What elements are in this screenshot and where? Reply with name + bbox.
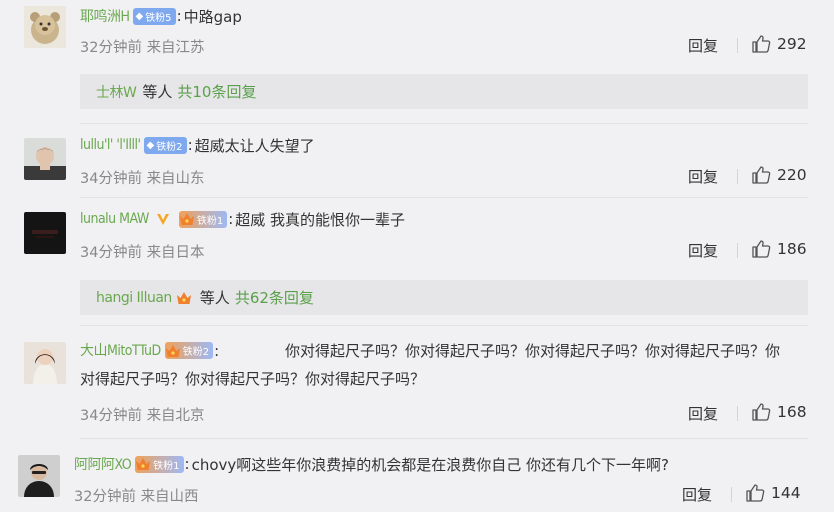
comment-text: 你对得起尺子吗？你对得起尺子吗？你对得起尺子吗？你对得起尺子吗？你对得起尺子吗？… [80,342,781,388]
fan-badge: ◆ 铁粉5 [133,7,176,25]
thumbs-up-icon [752,35,771,53]
reply-button[interactable]: 回复 [688,35,718,56]
comment-meta: 34分钟前 来自山东 [80,167,205,188]
diamond-icon: ◆ [146,139,155,151]
like-count: 168 [777,403,807,421]
sub-reply-box[interactable]: hangi Illuan 等人 共62条回复 [80,280,808,315]
comment-divider [80,197,808,198]
thumbs-up-icon [752,403,771,421]
comment-meta: 32分钟前 来自江苏 [80,36,205,57]
colon: : [184,455,190,473]
comment-divider [80,325,808,326]
crown-icon [136,458,151,470]
crown-icon [179,213,194,225]
comment-location: 来自日本 [146,245,205,261]
thumbs-up-icon [746,484,765,502]
reply-button[interactable]: 回复 [682,484,712,505]
comment-location: 来自山西 [140,489,199,505]
comment-time: 34分钟前 [80,171,142,187]
verified-v-icon [156,214,169,225]
comment-location: 来自江苏 [146,40,205,56]
sub-reply-count[interactable]: 共62条回复 [235,287,314,308]
comment-time: 32分钟前 [74,489,136,505]
divider [731,487,732,502]
reply-button[interactable]: 回复 [688,240,718,261]
thumbs-up-icon [752,166,771,184]
like-count: 144 [771,484,801,502]
comment-text: 超威太让人失望了 [194,136,315,155]
like-button[interactable]: 220 [751,165,807,185]
sub-reply-etc: 等人 [142,83,173,101]
fan-badge: ◆ 铁粉2 [144,136,187,154]
username[interactable]: lullu'l' 'l'Illl' [80,137,141,153]
divider [737,406,738,421]
reply-button[interactable]: 回复 [688,403,718,424]
comment-location: 来自山东 [146,171,205,187]
divider [737,38,738,53]
reply-button[interactable]: 回复 [688,166,718,187]
comment-text: chovy啊这些年你浪费掉的机会都是在浪费你自己 你还有几个下一年啊? [191,455,670,474]
username[interactable]: 耶鸣洲H [80,6,130,26]
comment-location: 来自北京 [146,408,205,424]
like-button[interactable]: 168 [751,402,807,422]
avatar[interactable] [24,138,66,180]
like-button[interactable]: 292 [751,34,807,54]
colon: : [228,210,234,228]
comment-meta: 34分钟前 来自北京 [80,404,205,425]
like-count: 220 [777,166,807,184]
fan-badge: 铁粉1 [178,210,228,228]
username[interactable]: 阿阿阿XO [74,454,132,474]
colon: : [187,136,193,154]
sub-reply-username[interactable]: 士林W [96,82,137,102]
like-button[interactable]: 144 [745,483,801,503]
like-count: 292 [777,35,807,53]
sub-reply-etc: 等人 [199,289,230,307]
comment-divider [80,438,808,439]
crown-icon [176,291,191,304]
sub-reply-username[interactable]: hangi Illuan [96,290,172,306]
comment-text: 中路gap [183,7,242,26]
username[interactable]: lunalu MAW [80,211,149,227]
colon: : [176,7,182,25]
comment-meta: 32分钟前 来自山西 [74,485,199,506]
like-button[interactable]: 186 [751,239,807,259]
comment-divider [80,123,808,124]
comment-meta: 34分钟前 来自日本 [80,241,205,262]
comment-time: 34分钟前 [80,408,142,424]
comment-time: 32分钟前 [80,40,142,56]
fan-badge: 铁粉1 [135,455,184,473]
thumbs-up-icon [752,240,771,258]
comment-time: 34分钟前 [80,245,142,261]
avatar[interactable] [24,212,66,254]
divider [737,169,738,184]
sub-reply-box[interactable]: 士林W 等人 共10条回复 [80,74,808,109]
sub-reply-count[interactable]: 共10条回复 [177,81,256,102]
comment-text: 超威 我真的能恨你一辈子 [235,210,406,229]
avatar[interactable] [18,455,60,497]
like-count: 186 [777,240,807,258]
avatar[interactable] [24,6,66,48]
diamond-icon: ◆ [135,10,144,22]
avatar[interactable] [24,342,66,384]
divider [737,243,738,258]
